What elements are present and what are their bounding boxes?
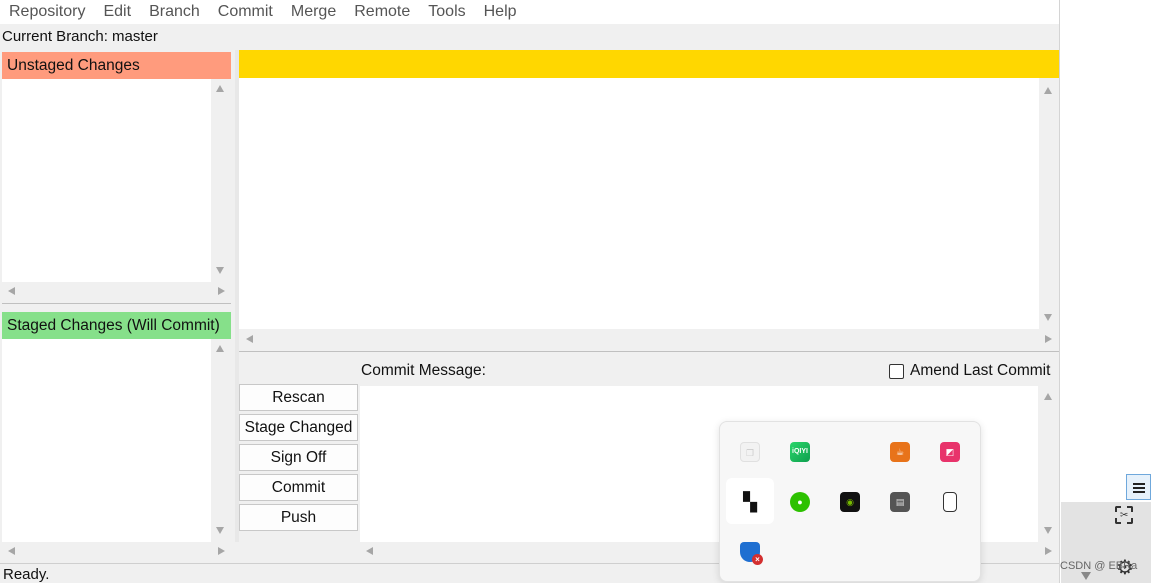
diff-view[interactable] [239, 78, 1039, 329]
menu-edit[interactable]: Edit [94, 0, 140, 24]
commit-message-vertical-scrollbar[interactable] [1038, 386, 1058, 542]
menu-branch[interactable]: Branch [140, 0, 209, 24]
menu-repository[interactable]: Repository [0, 0, 94, 24]
scroll-up-arrow-icon[interactable] [216, 85, 224, 92]
iqiyi-icon[interactable]: iQIYI [790, 442, 810, 462]
menu-help[interactable]: Help [475, 0, 526, 24]
staged-changes-list[interactable] [2, 339, 211, 542]
wechat-icon[interactable]: ● [790, 492, 810, 512]
black-app-icon[interactable]: ▚ [740, 492, 760, 512]
pink-app-icon[interactable]: ◩ [940, 442, 960, 462]
scroll-left-arrow-icon[interactable] [366, 547, 373, 555]
amend-label: Amend Last Commit [910, 362, 1051, 379]
system-tray-flyout: ❐ iQIYI ☕ ◩ ▚ ● ◉ ▤ × [719, 421, 981, 582]
chevron-down-icon[interactable] [1081, 572, 1091, 580]
rescan-button[interactable]: Rescan [239, 384, 358, 411]
unstaged-horizontal-scrollbar[interactable] [2, 282, 231, 300]
diff-horizontal-scrollbar[interactable] [239, 329, 1059, 349]
scroll-down-arrow-icon[interactable] [216, 267, 224, 274]
scroll-down-arrow-icon[interactable] [1044, 314, 1052, 321]
scroll-right-arrow-icon[interactable] [1045, 547, 1052, 555]
menu-bar: Repository Edit Branch Commit Merge Remo… [0, 0, 1059, 24]
pane-divider[interactable] [239, 351, 1059, 352]
menu-tools[interactable]: Tools [419, 0, 474, 24]
java-icon[interactable]: ☕ [890, 442, 910, 462]
menu-remote[interactable]: Remote [345, 0, 419, 24]
current-branch-label: Current Branch: master [2, 28, 158, 45]
nvidia-icon[interactable]: ◉ [840, 492, 860, 512]
diff-vertical-scrollbar[interactable] [1039, 78, 1058, 329]
scroll-down-arrow-icon[interactable] [1044, 527, 1052, 534]
scroll-up-arrow-icon[interactable] [1044, 87, 1052, 94]
menu-lines-icon[interactable] [1126, 474, 1151, 500]
scroll-right-arrow-icon[interactable] [1045, 335, 1052, 343]
scroll-left-arrow-icon[interactable] [246, 335, 253, 343]
scroll-up-arrow-icon[interactable] [216, 345, 224, 352]
unstaged-changes-list[interactable] [2, 79, 211, 282]
usb-icon[interactable] [943, 492, 957, 512]
scroll-up-arrow-icon[interactable] [1044, 393, 1052, 400]
scroll-left-arrow-icon[interactable] [8, 287, 15, 295]
scroll-right-arrow-icon[interactable] [218, 547, 225, 555]
snip-icon[interactable]: ✂ [1115, 506, 1133, 524]
copy-icon[interactable]: ❐ [740, 442, 760, 462]
push-button[interactable]: Push [239, 504, 358, 531]
amend-checkbox[interactable] [889, 363, 904, 379]
pane-divider[interactable] [2, 303, 231, 304]
commit-message-label: Commit Message: [361, 362, 486, 379]
commit-button[interactable]: Commit [239, 474, 358, 501]
desktop-background [1061, 0, 1151, 502]
staged-vertical-scrollbar[interactable] [211, 339, 230, 542]
archive-icon[interactable]: ▤ [890, 492, 910, 512]
scroll-right-arrow-icon[interactable] [218, 287, 225, 295]
defender-icon[interactable]: × [740, 542, 763, 565]
staged-horizontal-scrollbar[interactable] [2, 542, 231, 560]
watermark-text: CSDN @ EBRa [1060, 560, 1138, 572]
unstaged-vertical-scrollbar[interactable] [211, 79, 230, 282]
staged-changes-header: Staged Changes (Will Commit) [2, 312, 231, 339]
menu-merge[interactable]: Merge [282, 0, 345, 24]
amend-last-commit-option[interactable]: Amend Last Commit [889, 362, 1050, 380]
stage-changed-button[interactable]: Stage Changed [239, 414, 358, 441]
scroll-down-arrow-icon[interactable] [216, 527, 224, 534]
menu-commit[interactable]: Commit [209, 0, 282, 24]
diff-header-bar [239, 50, 1059, 78]
sign-off-button[interactable]: Sign Off [239, 444, 358, 471]
unstaged-changes-header: Unstaged Changes [2, 52, 231, 79]
scroll-left-arrow-icon[interactable] [8, 547, 15, 555]
